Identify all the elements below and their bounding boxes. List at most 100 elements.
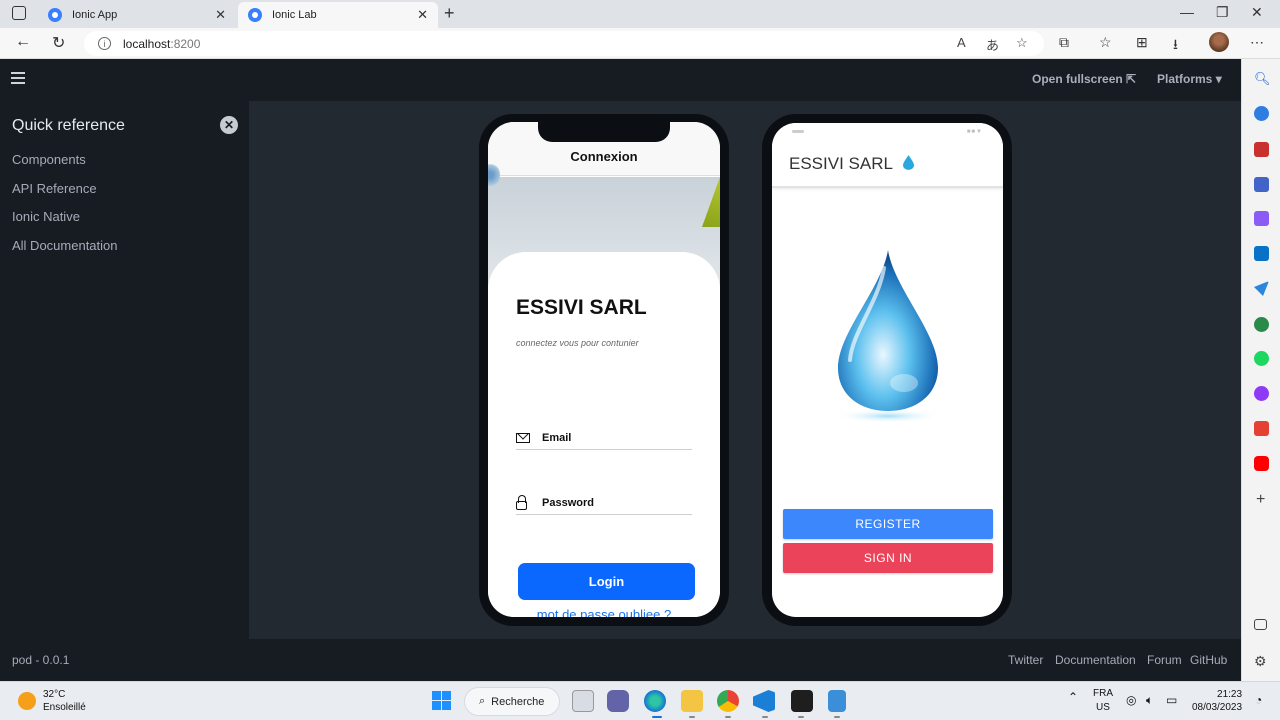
browser-tab-bar: Ionic App ✕ Ionic Lab ✕ + — ❐ ✕ — [0, 0, 1280, 28]
login-button[interactable]: Login — [518, 563, 695, 600]
search-label: Recherche — [491, 695, 545, 708]
lock-icon — [516, 494, 527, 510]
gmail-icon[interactable] — [1254, 421, 1269, 436]
bing-icon[interactable] — [1254, 106, 1269, 121]
collections-icon[interactable]: ⊞ — [1136, 34, 1148, 51]
edge-browser-icon[interactable] — [644, 690, 666, 712]
taskbar-search[interactable]: ⌕ Recherche — [464, 687, 560, 716]
tools-icon[interactable] — [1254, 177, 1269, 192]
office-icon[interactable] — [1254, 211, 1269, 226]
weather-description[interactable]: Ensoleillé — [43, 702, 86, 713]
browser-sidebar: 🔍︎ + ⚙ — [1241, 59, 1280, 681]
sidebar-item-api-reference[interactable]: API Reference — [12, 181, 97, 196]
android-phone-screen: ■■▼ ESSIVI SARL REGISTER SIGN IN — [772, 123, 1003, 617]
chrome-icon[interactable] — [717, 690, 739, 712]
outlook-icon[interactable] — [1254, 246, 1269, 261]
more-menu-icon[interactable]: ⋯ — [1250, 34, 1264, 51]
tab-ionic-lab[interactable]: Ionic Lab ✕ — [238, 2, 438, 28]
notepad-icon[interactable] — [828, 690, 846, 712]
close-tab-icon[interactable]: ✕ — [417, 7, 428, 23]
brand-title: ESSIVI SARL — [516, 296, 647, 319]
site-info-icon[interactable]: i — [98, 37, 111, 50]
back-icon[interactable]: ← — [15, 33, 31, 51]
tab-ionic-app[interactable]: Ionic App ✕ — [38, 2, 236, 28]
teams-chat-icon[interactable] — [607, 690, 629, 712]
twitter-link[interactable]: Twitter — [1008, 653, 1043, 667]
sign-in-button[interactable]: SIGN IN — [783, 543, 993, 573]
water-drop-icon — [903, 155, 914, 170]
vscode-icon[interactable] — [753, 690, 775, 712]
task-view-icon[interactable] — [572, 690, 594, 712]
volume-icon[interactable]: 🔈︎ — [1146, 693, 1153, 708]
tree-icon[interactable] — [1254, 317, 1269, 332]
app-indicator — [798, 716, 804, 718]
notifications-icon[interactable]: ◔ — [1255, 693, 1262, 707]
forgot-password-link[interactable]: mot de passe oubliee ? — [488, 607, 720, 617]
tray-overflow-icon[interactable]: ⌃ — [1068, 690, 1078, 704]
ios-phone-frame: Connexion ESSIVI SARL connectez vous pou… — [479, 114, 729, 626]
email-field[interactable]: Email — [516, 426, 692, 450]
battery-icon[interactable]: ▭ — [1166, 693, 1177, 707]
windows-taskbar: 32°C Ensoleillé ⌕ Recherche ⌃ FRA US ◎ 🔈︎… — [0, 681, 1280, 720]
settings-gear-icon[interactable]: ⚙ — [1254, 653, 1269, 669]
minimize-icon[interactable]: — — [1180, 4, 1194, 20]
tab-actions-icon[interactable] — [12, 6, 26, 20]
send-icon[interactable] — [1254, 281, 1269, 296]
new-tab-icon[interactable]: + — [444, 3, 455, 24]
sidebar-item-components[interactable]: Components — [12, 152, 86, 167]
sidebar-item-ionic-native[interactable]: Ionic Native — [12, 209, 80, 224]
close-panel-icon[interactable]: ✕ — [220, 116, 238, 134]
ionic-favicon-icon — [248, 8, 262, 22]
window-close-icon[interactable]: ✕ — [1251, 4, 1263, 21]
quick-reference-title: Quick reference — [12, 117, 125, 134]
spotify-icon[interactable] — [1254, 351, 1269, 366]
url-field[interactable]: i localhost:8200 — [84, 31, 1044, 56]
close-tab-icon[interactable]: ✕ — [215, 7, 226, 23]
read-aloud-icon[interactable]: A — [957, 35, 966, 50]
password-field[interactable]: Password — [516, 491, 692, 515]
open-fullscreen-label: Open fullscreen — [1032, 72, 1123, 86]
favorite-add-icon[interactable]: ☆ — [1016, 35, 1028, 51]
language-top[interactable]: FRA — [1093, 688, 1113, 699]
url-host: localhost — [123, 36, 171, 51]
search-icon[interactable]: 🔍︎ — [1254, 71, 1271, 86]
ios-phone-screen: Connexion ESSIVI SARL connectez vous pou… — [488, 122, 720, 617]
terminal-icon[interactable] — [791, 690, 813, 712]
maximize-icon[interactable]: ❐ — [1216, 4, 1229, 21]
clock-time: 21:23 — [1217, 689, 1243, 700]
android-phone-frame: ■■▼ ESSIVI SARL REGISTER SIGN IN — [762, 114, 1012, 626]
register-button[interactable]: REGISTER — [783, 509, 993, 539]
system-clock[interactable]: 21:23 08/03/2023 — [1192, 688, 1242, 714]
status-bar-icons: ■■▼ — [966, 129, 983, 135]
messenger-icon[interactable] — [1254, 386, 1269, 401]
open-fullscreen-link[interactable]: Open fullscreen ⇱ — [1032, 72, 1136, 86]
email-label: Email — [542, 431, 572, 444]
network-icon[interactable]: ◎ — [1126, 693, 1136, 707]
downloads-icon[interactable]: ⭳ — [1173, 34, 1178, 58]
translate-icon[interactable]: あ — [986, 35, 999, 54]
shopping-icon[interactable] — [1254, 142, 1269, 157]
file-explorer-icon[interactable] — [681, 690, 703, 712]
language-bottom[interactable]: US — [1096, 702, 1110, 713]
youtube-icon[interactable] — [1254, 456, 1269, 471]
forum-link[interactable]: Forum — [1147, 653, 1182, 667]
hide-sidebar-icon[interactable] — [1254, 619, 1267, 630]
profile-avatar[interactable] — [1209, 32, 1229, 52]
caret-down-icon: ▾ — [1215, 72, 1222, 86]
extensions-icon[interactable]: ⧉ — [1059, 34, 1069, 51]
github-link[interactable]: GitHub — [1190, 653, 1227, 667]
platforms-dropdown[interactable]: Platforms ▾ — [1157, 72, 1222, 86]
toolbar-title: ESSIVI SARL — [789, 154, 893, 173]
weather-temperature[interactable]: 32°C — [43, 689, 65, 700]
refresh-icon[interactable]: ↻ — [52, 33, 65, 53]
windows-start-icon[interactable] — [432, 691, 451, 710]
ionic-favicon-icon — [48, 8, 62, 22]
favorites-icon[interactable]: ☆ — [1099, 34, 1112, 51]
tab-label: Ionic Lab — [272, 9, 317, 21]
menu-icon[interactable] — [11, 72, 25, 87]
phone-notch — [538, 122, 670, 142]
add-icon[interactable]: + — [1256, 491, 1271, 508]
app-version: pod - 0.0.1 — [12, 653, 70, 667]
documentation-link[interactable]: Documentation — [1055, 653, 1136, 667]
sidebar-item-all-documentation[interactable]: All Documentation — [12, 238, 118, 253]
